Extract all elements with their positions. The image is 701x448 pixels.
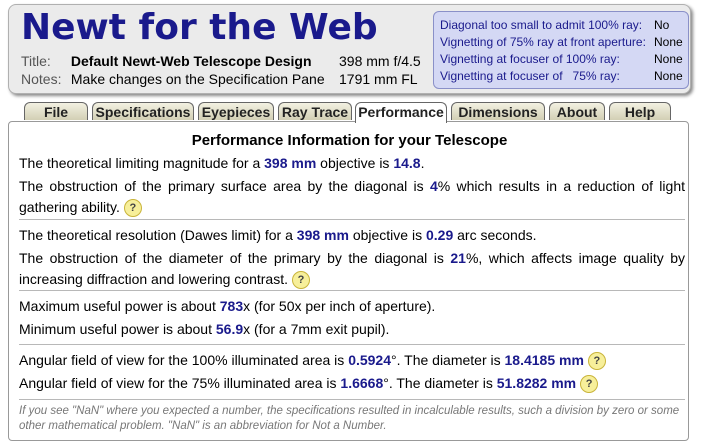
aperture-value: 398 mm — [296, 227, 349, 243]
design-notes-row: Notes: Make changes on the Specification… — [21, 71, 325, 87]
min-power-value: 56.9 — [215, 321, 244, 337]
vignetting-label: Vignetting at focuser of 100% ray: — [440, 52, 620, 66]
aperture-value: 398 mm — [264, 155, 317, 171]
vignetting-value: None — [654, 52, 683, 66]
divider — [19, 399, 685, 400]
vignetting-label: Vignetting of 75% ray at front aperture: — [440, 35, 646, 49]
title-label: Title: — [21, 53, 51, 69]
divider — [19, 290, 685, 291]
divider — [19, 344, 685, 345]
text: arc seconds. — [453, 227, 537, 243]
fov-100-diameter: 18.4185 mm — [504, 352, 584, 368]
obstruction-diameter-paragraph: The obstruction of the diameter of the p… — [19, 248, 685, 290]
text: °. The diameter is — [391, 352, 505, 368]
divider — [19, 219, 685, 220]
text: The obstruction of the diameter of the p… — [19, 250, 451, 266]
tab-ray-trace[interactable]: Ray Trace — [278, 102, 352, 120]
help-icon[interactable]: ? — [587, 352, 606, 371]
text: x (for a 7mm exit pupil). — [243, 321, 390, 337]
fov-75-line: Angular field of view for the 75% illumi… — [19, 373, 685, 394]
help-icon[interactable]: ? — [123, 199, 142, 218]
obstruction-area-value: 4 — [429, 178, 438, 194]
max-power-line: Maximum useful power is about 783x (for … — [19, 296, 685, 317]
vignetting-row: Diagonal too small to admit 100% ray: No — [440, 16, 684, 34]
notes-label: Notes: — [21, 71, 62, 87]
vignetting-label: Vignetting at focuser of 75% ray: — [440, 69, 620, 83]
vignetting-summary: Diagonal too small to admit 100% ray: No… — [433, 11, 689, 89]
tab-dimensions[interactable]: Dimensions — [451, 102, 545, 120]
text: x (for 50x per inch of aperture). — [243, 298, 436, 314]
tab-about[interactable]: About — [549, 102, 605, 120]
vignetting-row: Vignetting at focuser of 100% ray: None — [440, 50, 684, 68]
max-power-value: 783 — [219, 298, 244, 314]
vignetting-label: Diagonal too small to admit 100% ray: — [440, 18, 643, 32]
tab-specifications[interactable]: Specifications — [92, 102, 194, 120]
text: objective is — [316, 155, 394, 171]
text: Angular field of view for the 75% illumi… — [19, 375, 341, 391]
vignetting-value: None — [654, 69, 683, 83]
help-icon[interactable]: ? — [292, 271, 311, 290]
focal-length-readout: 1791 mm FL — [339, 71, 418, 87]
obstruction-area-paragraph: The obstruction of the primary surface a… — [19, 176, 685, 218]
resolution-line: The theoretical resolution (Dawes limit)… — [19, 225, 685, 246]
app-title: Newt for the Web — [21, 7, 378, 48]
panel-title: Performance Information for your Telesco… — [191, 132, 508, 149]
tab-file[interactable]: File — [24, 102, 88, 120]
nan-footnote: If you see "NaN" where you expected a nu… — [19, 405, 680, 432]
tab-help[interactable]: Help — [609, 102, 671, 120]
tab-performance[interactable]: Performance — [355, 102, 447, 123]
fov-100-angle: 0.5924 — [348, 352, 392, 368]
limiting-magnitude-line: The theoretical limiting magnitude for a… — [19, 153, 685, 174]
tab-bar: File Specifications Eyepieces Ray Trace … — [10, 102, 690, 123]
design-title-row: Title: Default Newt-Web Telescope Design — [21, 53, 312, 69]
min-power-line: Minimum useful power is about 56.9x (for… — [19, 319, 685, 340]
text: Minimum useful power is about — [19, 321, 216, 337]
text: objective is — [348, 227, 426, 243]
text: The obstruction of the primary surface a… — [19, 178, 430, 194]
fov-75-diameter: 51.8282 mm — [496, 375, 577, 391]
aperture-readout: 398 mm f/4.5 — [339, 53, 421, 69]
vignetting-row: Vignetting of 75% ray at front aperture:… — [440, 33, 684, 51]
text: Angular field of view for the 100% illum… — [19, 352, 349, 368]
help-icon[interactable]: ? — [580, 375, 599, 394]
text: The theoretical limiting magnitude for a — [19, 155, 265, 171]
obstruction-diameter-value: 21 — [450, 250, 466, 266]
vignetting-value: None — [654, 35, 683, 49]
tab-eyepieces[interactable]: Eyepieces — [198, 102, 274, 120]
header-panel: Newt for the Web Title: Default Newt-Web… — [8, 4, 691, 94]
vignetting-row: Vignetting at focuser of 75% ray: None — [440, 67, 684, 85]
text: °. The diameter is — [383, 375, 497, 391]
notes-value: Make changes on the Specification Pane — [70, 71, 325, 87]
vignetting-value: No — [654, 18, 670, 32]
performance-panel: Performance Information for your Telesco… — [8, 121, 689, 441]
text: . — [420, 155, 425, 171]
fov-100-line: Angular field of view for the 100% illum… — [19, 350, 685, 371]
text: Maximum useful power is about — [19, 298, 220, 314]
limiting-magnitude-value: 14.8 — [393, 155, 421, 171]
text: The theoretical resolution (Dawes limit)… — [19, 227, 297, 243]
fov-75-angle: 1.6668 — [340, 375, 384, 391]
resolution-value: 0.29 — [425, 227, 454, 243]
title-value: Default Newt-Web Telescope Design — [70, 53, 312, 69]
